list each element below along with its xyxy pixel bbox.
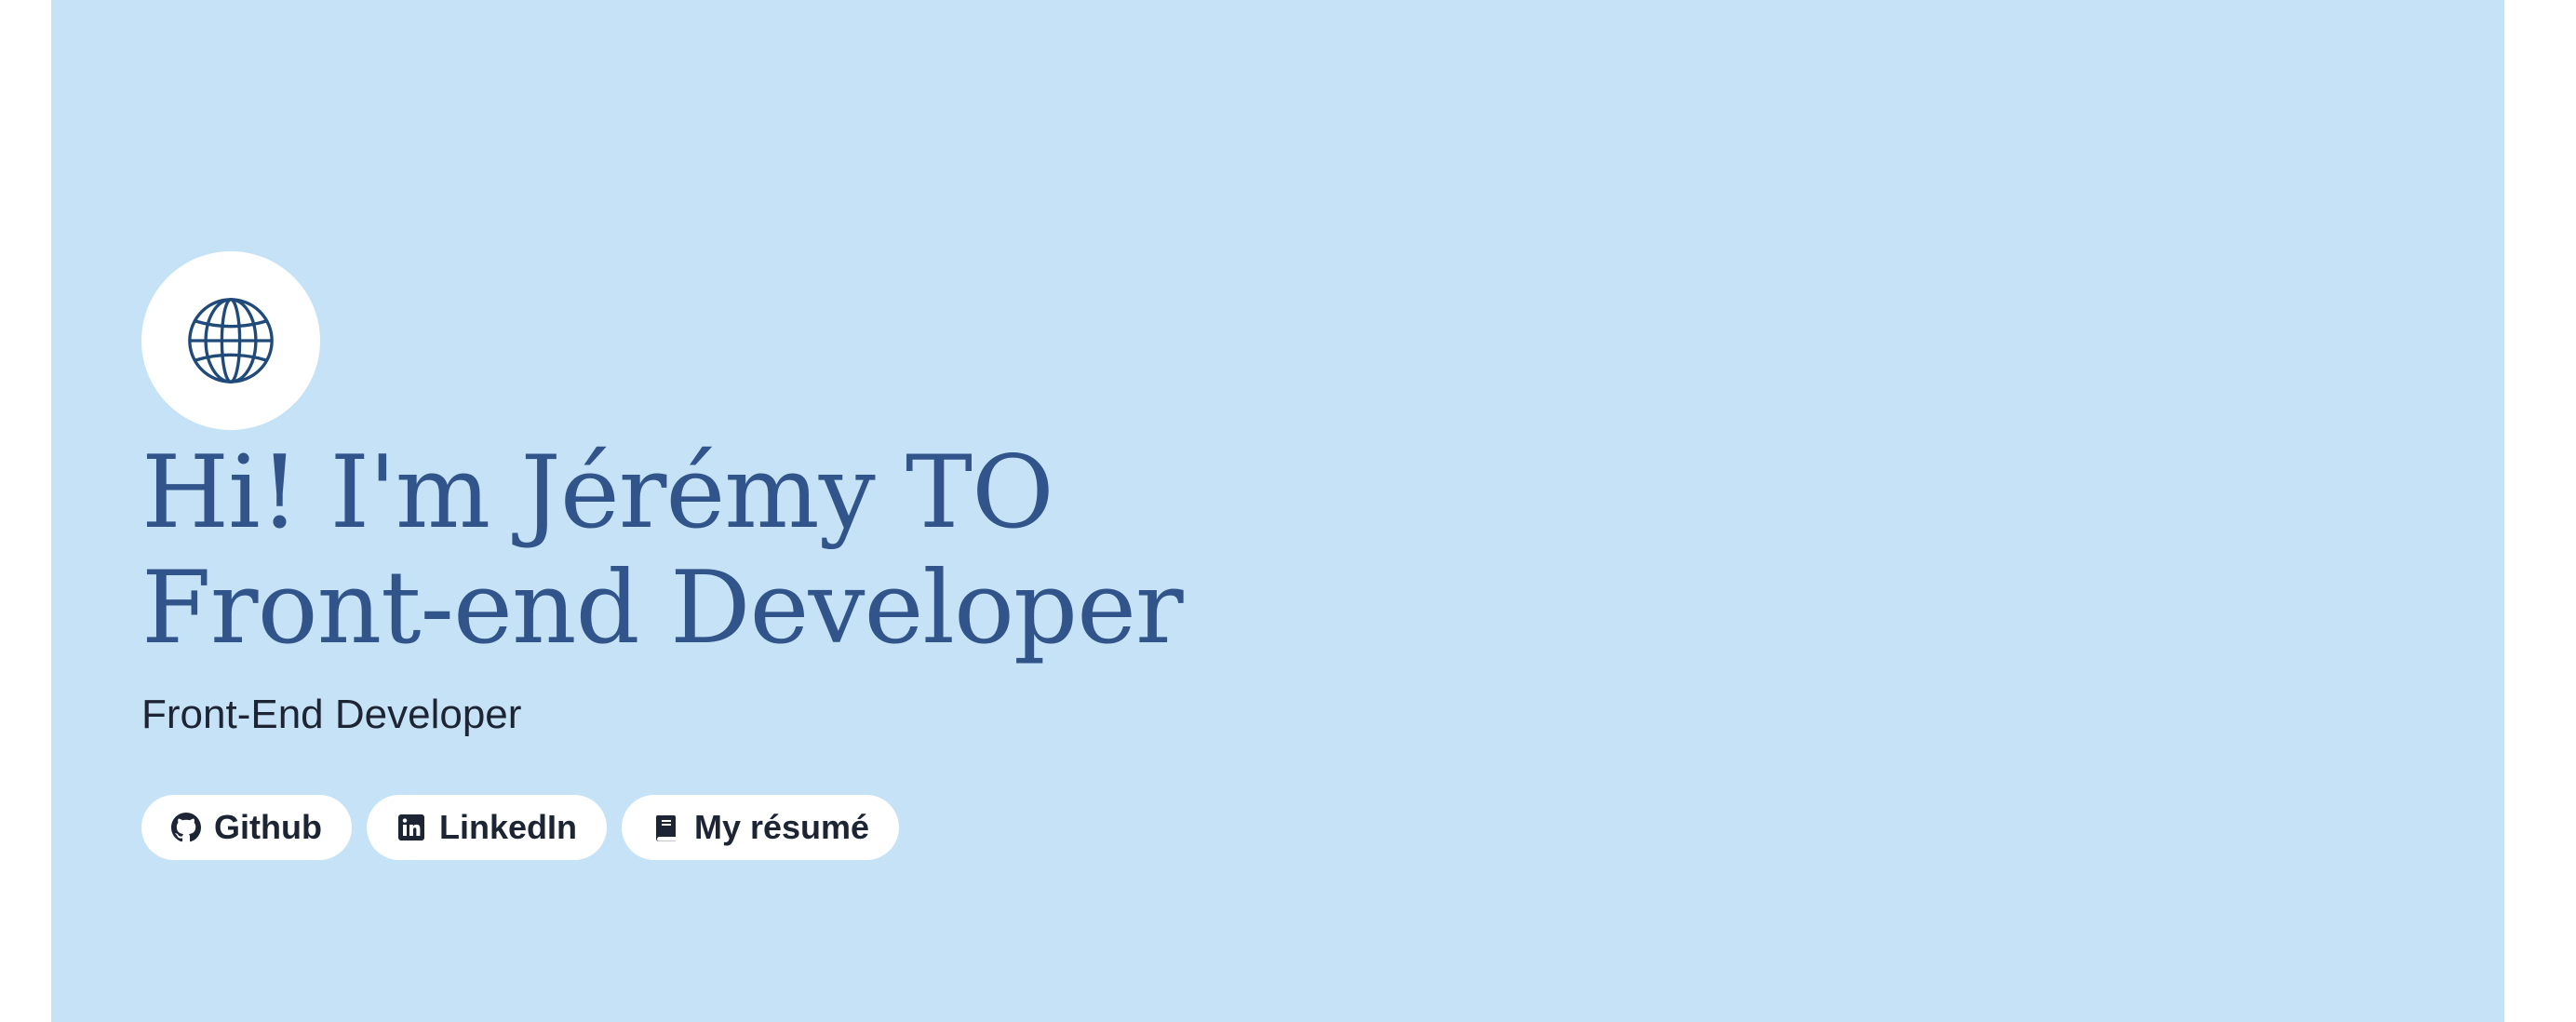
linkedin-label: LinkedIn [438,808,577,846]
github-icon [171,813,201,842]
headline-line-2: Front-end Developer [141,550,1184,666]
social-links: Github LinkedIn My résumé [141,795,900,860]
subtitle: Front-End Developer [141,692,522,737]
linkedin-link[interactable]: LinkedIn [366,795,607,860]
resume-link[interactable]: My résumé [621,795,900,860]
hero-section: Hi! I'm Jérémy TO Front-end Developer Fr… [51,0,2504,1022]
globe-icon [188,298,274,383]
github-label: Github [214,808,322,846]
page-title: Hi! I'm Jérémy TO Front-end Developer [141,435,1184,666]
resume-label: My résumé [693,808,870,846]
linkedin-icon [396,813,426,842]
headline-line-1: Hi! I'm Jérémy TO [141,435,1054,551]
book-icon [651,813,681,842]
avatar [141,251,320,430]
github-link[interactable]: Github [141,795,352,860]
